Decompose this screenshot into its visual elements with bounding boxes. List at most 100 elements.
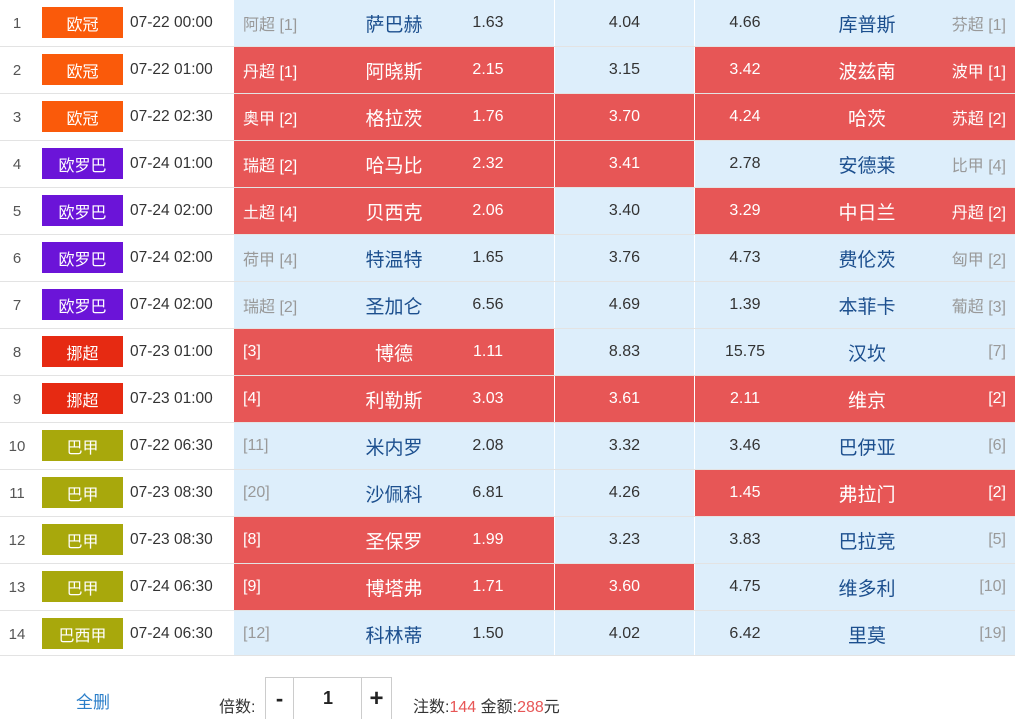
home-win-option[interactable]: 阿超 [1] 萨巴赫 1.63 [234, 0, 554, 46]
match-time: 07-23 01:00 [130, 390, 213, 407]
away-odds: 4.24 [729, 108, 761, 125]
match-time: 07-23 08:30 [130, 484, 213, 501]
draw-odds: 4.02 [608, 625, 641, 642]
away-win-option[interactable]: 4.73 费伦茨 匈甲 [2] [695, 235, 1015, 281]
away-league-rank: [10] [979, 578, 1006, 595]
draw-option[interactable]: 3.15 [555, 47, 694, 93]
away-league-rank: [19] [979, 625, 1006, 642]
home-win-option[interactable]: [11] 米内罗 2.08 [234, 423, 554, 469]
match-number: 13 [8, 578, 26, 596]
multiplier-input[interactable] [294, 677, 362, 719]
draw-option[interactable]: 4.69 [555, 282, 694, 328]
match-row: 5 欧罗巴 07-24 02:00 土超 [4] 贝西克 2.06 3.40 3.29 中日兰 丹… [0, 188, 1015, 235]
draw-option[interactable]: 4.26 [555, 470, 694, 516]
draw-option[interactable]: 3.41 [555, 141, 694, 187]
clear-all-button[interactable]: 全删 [76, 688, 110, 713]
away-win-option[interactable]: 1.39 本菲卡 葡超 [3] [695, 282, 1015, 328]
home-league-rank: 土超 [4] [243, 205, 298, 222]
multiplier-plus-button[interactable]: + [361, 677, 392, 719]
away-team: 中日兰 [838, 202, 896, 224]
match-number: 2 [12, 61, 22, 79]
away-odds: 3.46 [729, 437, 761, 454]
draw-option[interactable]: 3.70 [555, 94, 694, 140]
match-number: 1 [12, 14, 22, 32]
home-win-option[interactable]: [12] 科林蒂 1.50 [234, 611, 554, 657]
amount-label: 金额: [480, 699, 518, 716]
draw-option[interactable]: 3.23 [555, 517, 694, 563]
home-league-rank: [9] [243, 578, 261, 595]
draw-option[interactable]: 3.32 [555, 423, 694, 469]
home-win-option[interactable]: 丹超 [1] 阿晓斯 2.15 [234, 47, 554, 93]
away-team: 巴伊亚 [838, 437, 896, 459]
away-win-option[interactable]: 3.29 中日兰 丹超 [2] [695, 188, 1015, 234]
home-win-option[interactable]: 奥甲 [2] 格拉茨 1.76 [234, 94, 554, 140]
away-win-option[interactable]: 2.11 维京 [2] [695, 376, 1015, 422]
match-row: 13 巴甲 07-24 06:30 [9] 博塔弗 1.71 3.60 4.75 维多利 [10] [0, 564, 1015, 611]
home-odds: 1.76 [472, 108, 504, 125]
home-league-rank: 瑞超 [2] [243, 299, 298, 316]
home-win-option[interactable]: 瑞超 [2] 哈马比 2.32 [234, 141, 554, 187]
home-win-option[interactable]: 瑞超 [2] 圣加仑 6.56 [234, 282, 554, 328]
away-league-rank: [5] [988, 531, 1006, 548]
home-team: 格拉茨 [365, 108, 423, 130]
away-league-rank: 芬超 [1] [951, 17, 1006, 34]
draw-option[interactable]: 4.04 [555, 0, 694, 46]
away-win-option[interactable]: 2.78 安德莱 比甲 [4] [695, 141, 1015, 187]
away-team: 弗拉门 [838, 484, 896, 506]
away-team: 波兹南 [838, 61, 896, 83]
home-odds: 2.08 [472, 437, 504, 454]
home-win-option[interactable]: [4] 利勒斯 3.03 [234, 376, 554, 422]
match-number: 3 [12, 108, 22, 126]
home-league-rank: 阿超 [1] [243, 17, 298, 34]
away-win-option[interactable]: 3.46 巴伊亚 [6] [695, 423, 1015, 469]
home-win-option[interactable]: 土超 [4] 贝西克 2.06 [234, 188, 554, 234]
home-team: 圣保罗 [365, 531, 423, 553]
match-time: 07-24 06:30 [130, 578, 213, 595]
home-odds: 1.50 [472, 625, 504, 642]
away-team: 安德莱 [838, 155, 896, 177]
draw-option[interactable]: 3.76 [555, 235, 694, 281]
away-win-option[interactable]: 4.66 库普斯 芬超 [1] [695, 0, 1015, 46]
home-team: 萨巴赫 [365, 14, 423, 36]
away-win-option[interactable]: 1.45 弗拉门 [2] [695, 470, 1015, 516]
away-odds: 4.66 [729, 14, 761, 31]
home-odds: 2.06 [472, 202, 504, 219]
away-odds: 15.75 [724, 343, 766, 360]
draw-option[interactable]: 3.60 [555, 564, 694, 610]
away-win-option[interactable]: 4.24 哈茨 苏超 [2] [695, 94, 1015, 140]
draw-odds: 3.60 [608, 578, 641, 595]
home-win-option[interactable]: [20] 沙佩科 6.81 [234, 470, 554, 516]
away-win-option[interactable]: 4.75 维多利 [10] [695, 564, 1015, 610]
league-badge: 欧冠 [42, 7, 123, 38]
away-win-option[interactable]: 15.75 汉坎 [7] [695, 329, 1015, 375]
home-odds: 6.56 [472, 296, 504, 313]
home-win-option[interactable]: [9] 博塔弗 1.71 [234, 564, 554, 610]
match-number: 5 [12, 202, 22, 220]
draw-odds: 3.15 [608, 61, 641, 78]
home-league-rank: [8] [243, 531, 261, 548]
match-time: 07-22 02:30 [130, 108, 213, 125]
home-win-option[interactable]: 荷甲 [4] 特温特 1.65 [234, 235, 554, 281]
draw-option[interactable]: 3.61 [555, 376, 694, 422]
home-league-rank: [4] [243, 390, 261, 407]
home-win-option[interactable]: [3] 博德 1.11 [234, 329, 554, 375]
away-odds: 4.73 [729, 249, 761, 266]
home-win-option[interactable]: [8] 圣保罗 1.99 [234, 517, 554, 563]
home-team: 圣加仑 [365, 296, 423, 318]
match-time: 07-23 08:30 [130, 531, 213, 548]
draw-option[interactable]: 3.40 [555, 188, 694, 234]
away-win-option[interactable]: 3.42 波兹南 波甲 [1] [695, 47, 1015, 93]
draw-option[interactable]: 8.83 [555, 329, 694, 375]
away-win-option[interactable]: 6.42 里莫 [19] [695, 611, 1015, 657]
multiplier-minus-button[interactable]: - [265, 677, 294, 719]
draw-option[interactable]: 4.02 [555, 611, 694, 657]
match-row: 14 巴西甲 07-24 06:30 [12] 科林蒂 1.50 4.02 6.42 里莫 [19… [0, 611, 1015, 658]
away-league-rank: 丹超 [2] [951, 205, 1006, 222]
league-badge: 巴甲 [42, 571, 123, 602]
home-league-rank: [11] [243, 437, 269, 454]
match-number: 10 [8, 437, 26, 455]
match-number: 12 [8, 531, 26, 549]
away-win-option[interactable]: 3.83 巴拉竞 [5] [695, 517, 1015, 563]
league-badge: 巴甲 [42, 477, 123, 508]
match-row: 3 欧冠 07-22 02:30 奥甲 [2] 格拉茨 1.76 3.70 4.24 哈茨 苏超 … [0, 94, 1015, 141]
